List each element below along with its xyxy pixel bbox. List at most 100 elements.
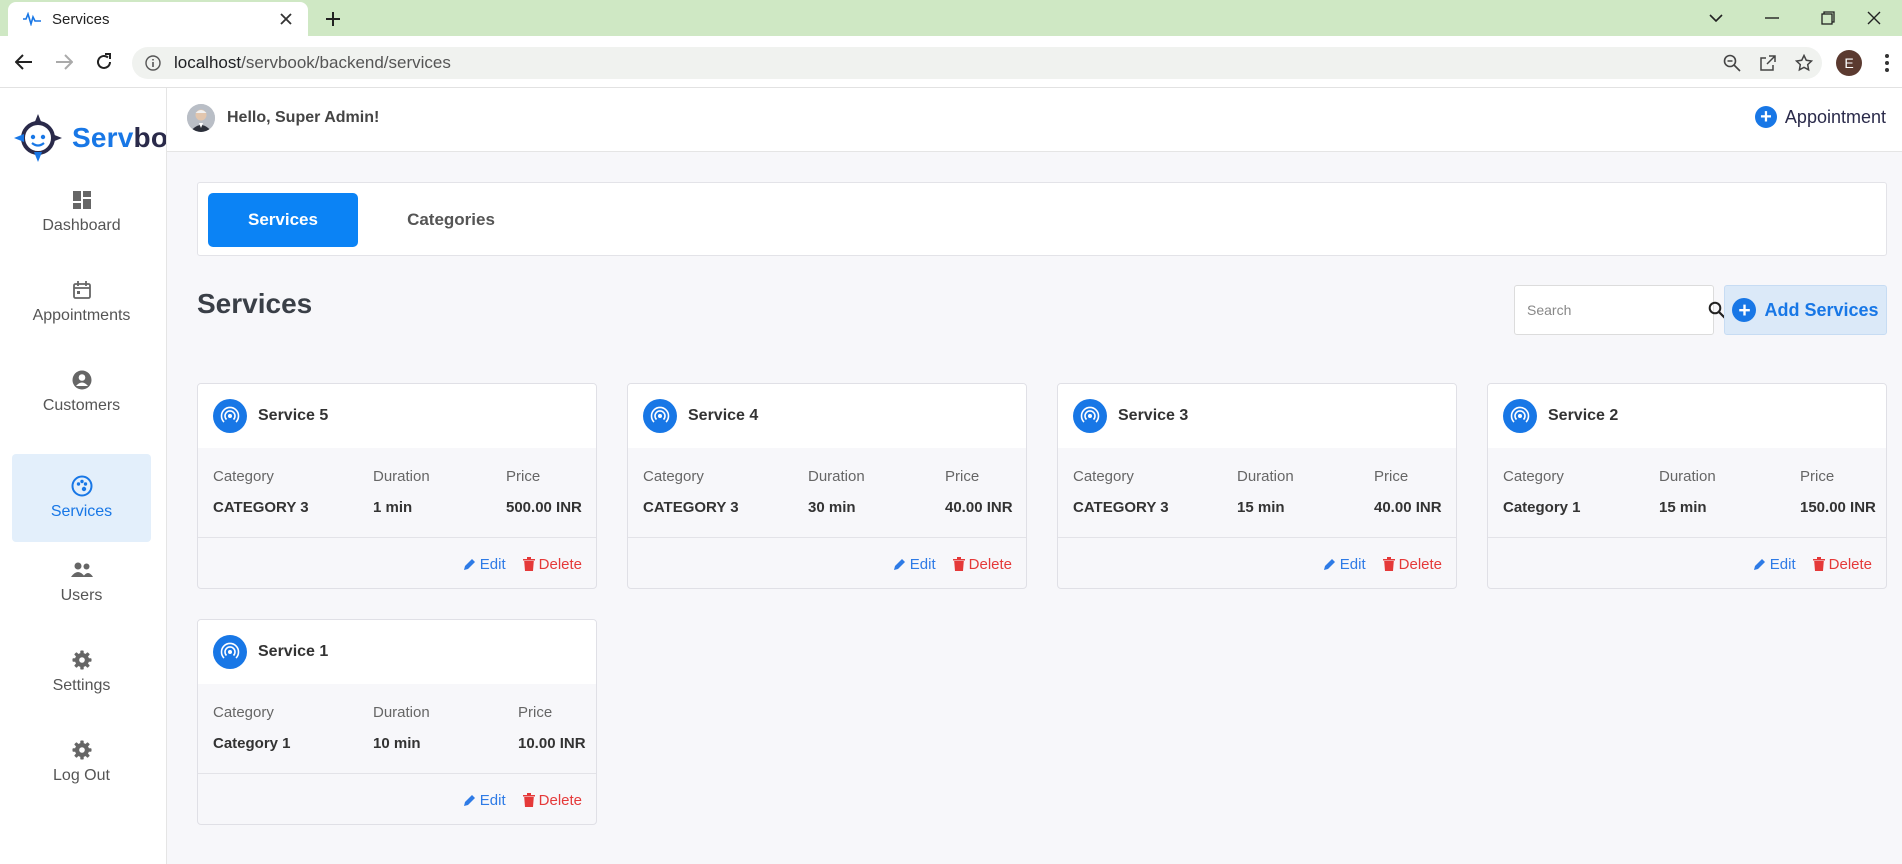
edit-button[interactable]: Edit <box>1753 556 1796 573</box>
zoom-icon[interactable] <box>1714 47 1750 79</box>
edit-label: Edit <box>479 791 506 809</box>
service-signal-icon <box>1503 399 1537 433</box>
forward-arrow-icon[interactable] <box>48 46 80 78</box>
share-icon[interactable] <box>1750 47 1786 79</box>
delete-button[interactable]: Delete <box>952 556 1012 573</box>
gear-icon <box>71 649 93 671</box>
trash-icon <box>952 557 966 571</box>
delete-label: Delete <box>968 555 1012 573</box>
tab-categories[interactable]: Categories <box>386 193 516 247</box>
app-header: Hello, Super Admin! + Appointment <box>167 88 1902 152</box>
duration-label: Duration <box>1237 468 1294 485</box>
delete-label: Delete <box>538 555 582 573</box>
servbook-logo[interactable]: Servbo <box>12 108 166 168</box>
price-label: Price <box>518 704 553 721</box>
sidebar-item-users[interactable]: Users <box>12 538 151 626</box>
user-circle-icon <box>71 369 93 391</box>
site-info-icon[interactable] <box>144 54 162 72</box>
service-signal-icon <box>1073 399 1107 433</box>
duration-label: Duration <box>373 468 430 485</box>
services-tabs: Services Categories <box>197 182 1887 256</box>
pencil-icon <box>1323 557 1337 571</box>
service-card: Service 4 Category CATEGORY 3 Duration 30 … <box>627 383 1027 589</box>
edit-label: Edit <box>909 555 936 573</box>
url-host: localhost <box>174 53 242 72</box>
sidebar-item-settings[interactable]: Settings <box>12 628 151 716</box>
new-tab-icon[interactable] <box>318 4 348 34</box>
bookmark-star-icon[interactable] <box>1786 47 1822 79</box>
minimize-icon[interactable] <box>1744 0 1800 36</box>
pencil-icon <box>463 793 477 807</box>
browser-menu-icon[interactable] <box>1880 50 1894 76</box>
calendar-icon <box>71 279 93 301</box>
delete-label: Delete <box>1398 555 1442 573</box>
pencil-icon <box>1753 557 1767 571</box>
edit-button[interactable]: Edit <box>893 556 936 573</box>
add-services-button[interactable]: + Add Services <box>1724 285 1887 335</box>
page-title: Services <box>197 288 313 319</box>
trash-icon <box>522 557 536 571</box>
category-value: CATEGORY 3 <box>1073 499 1169 516</box>
greeting-text: Hello, Super Admin! <box>227 109 380 126</box>
duration-label: Duration <box>373 704 430 721</box>
sidebar-item-label: Customers <box>42 397 121 414</box>
trash-icon <box>1382 557 1396 571</box>
reload-icon[interactable] <box>88 46 120 78</box>
duration-value: 15 min <box>1237 499 1285 516</box>
sidebar-item-label: Log Out <box>53 767 110 784</box>
delete-button[interactable]: Delete <box>522 556 582 573</box>
url-path: /servbook/backend/services <box>241 53 451 72</box>
back-arrow-icon[interactable] <box>8 46 40 78</box>
close-tab-icon[interactable] <box>276 9 296 30</box>
service-signal-icon <box>643 399 677 433</box>
duration-value: 1 min <box>373 499 413 516</box>
edit-button[interactable]: Edit <box>1323 556 1366 573</box>
close-window-icon[interactable] <box>1846 0 1902 36</box>
category-value: Category 1 <box>213 735 291 752</box>
users-icon <box>70 559 93 581</box>
appointment-label: Appointment <box>1784 106 1886 127</box>
address-bar[interactable]: localhost/servbook/backend/services <box>132 47 1822 79</box>
sidebar-item-label: Settings <box>52 677 111 694</box>
logo-text-blue: Serv <box>72 122 134 153</box>
delete-button[interactable]: Delete <box>1812 556 1872 573</box>
tab-search-chevron-icon[interactable] <box>1688 0 1744 36</box>
tab-services[interactable]: Services <box>208 193 358 247</box>
sidebar-item-log-out[interactable]: Log Out <box>12 718 151 806</box>
delete-button[interactable]: Delete <box>522 792 582 809</box>
edit-button[interactable]: Edit <box>463 556 506 573</box>
pencil-icon <box>893 557 907 571</box>
service-name: Service 1 <box>258 643 329 660</box>
edit-button[interactable]: Edit <box>463 792 506 809</box>
price-label: Price <box>1374 468 1409 485</box>
browser-tab-title: Services <box>52 10 110 28</box>
admin-avatar[interactable] <box>187 104 215 132</box>
sidebar-item-services[interactable]: Services <box>12 454 151 542</box>
price-label: Price <box>1800 468 1835 485</box>
delete-label: Delete <box>538 791 582 809</box>
search-box <box>1514 285 1726 335</box>
category-value: CATEGORY 3 <box>213 499 309 516</box>
category-value: CATEGORY 3 <box>643 499 739 516</box>
service-card: Service 3 Category CATEGORY 3 Duration 15 … <box>1057 383 1457 589</box>
duration-value: 30 min <box>808 499 856 516</box>
browser-tab[interactable]: Services <box>8 2 308 36</box>
sidebar-item-customers[interactable]: Customers <box>12 348 151 436</box>
delete-button[interactable]: Delete <box>1382 556 1442 573</box>
price-value: 40.00 INR <box>1374 499 1442 516</box>
price-value: 150.00 INR <box>1800 499 1876 516</box>
service-card: Service 1 Category Category 1 Duration 10 … <box>197 619 597 825</box>
price-value: 40.00 INR <box>945 499 1013 516</box>
sidebar-item-appointments[interactable]: Appointments <box>12 258 151 346</box>
search-input[interactable] <box>1527 302 1708 318</box>
logo-text: Servbo <box>72 122 166 154</box>
service-card: Service 5 Category CATEGORY 3 Duration 1 m… <box>197 383 597 589</box>
profile-avatar[interactable]: E <box>1836 50 1862 76</box>
sidebar-item-dashboard[interactable]: Dashboard <box>12 168 151 256</box>
duration-value: 15 min <box>1659 499 1707 516</box>
service-name: Service 3 <box>1118 407 1189 424</box>
add-services-label: Add Services <box>1764 299 1879 320</box>
new-appointment-button[interactable]: + Appointment <box>1754 106 1886 128</box>
sidebar-item-label: Dashboard <box>42 217 121 234</box>
price-label: Price <box>506 468 541 485</box>
